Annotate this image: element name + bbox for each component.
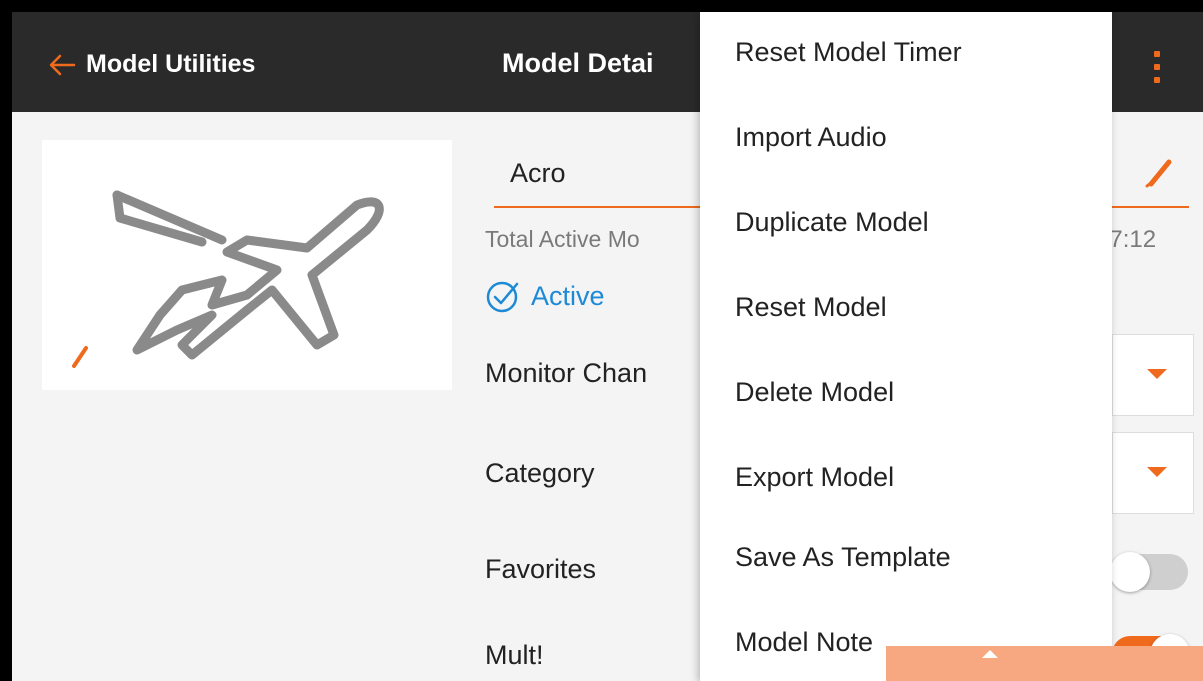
callout-arrow-icon [982, 650, 998, 658]
back-button[interactable]: Model Utilities [48, 50, 255, 79]
screen-title: Model Detai [502, 48, 654, 78]
caret-down-icon [1147, 467, 1167, 477]
model-name-value: Acro [510, 158, 566, 188]
screen: Model Utilities Model Detai Acro Total A… [0, 0, 1203, 681]
back-label: Model Utilities [86, 50, 256, 78]
highlight-callout [886, 646, 1203, 681]
menu-item-reset-model[interactable]: Reset Model [735, 292, 887, 323]
category-label: Category [485, 458, 595, 488]
category-dropdown[interactable] [1112, 432, 1194, 514]
model-image[interactable] [42, 140, 452, 390]
airplane-icon [112, 190, 384, 360]
toggle-knob [1110, 552, 1150, 592]
next-setting-label: Mult! [485, 640, 544, 670]
menu-item-reset-model-timer[interactable]: Reset Model Timer [735, 37, 962, 68]
favorites-toggle[interactable] [1110, 552, 1188, 592]
active-status-label: Active [531, 280, 605, 311]
overflow-menu: Reset Model Timer Import Audio Duplicate… [700, 12, 1112, 681]
monitor-channel-label: Monitor Chan [485, 358, 648, 388]
menu-item-export-model[interactable]: Export Model [735, 462, 894, 493]
favorites-label: Favorites [485, 554, 597, 584]
back-arrow-icon [49, 54, 76, 75]
edit-image-pencil-icon[interactable] [70, 340, 90, 370]
menu-item-model-note[interactable]: Model Note [735, 627, 873, 658]
caret-down-icon [1147, 369, 1167, 379]
menu-item-delete-model[interactable]: Delete Model [735, 377, 894, 408]
kebab-menu-icon[interactable] [1142, 42, 1172, 92]
menu-item-save-as-template[interactable]: Save As Template [735, 542, 951, 573]
total-active-label: Total Active Mo [485, 226, 640, 252]
menu-item-import-audio[interactable]: Import Audio [735, 122, 887, 153]
active-status[interactable]: Active [485, 278, 605, 314]
monitor-channel-dropdown[interactable] [1112, 334, 1194, 416]
check-circle-icon [486, 281, 519, 313]
edit-name-pencil-icon[interactable] [1143, 154, 1179, 190]
menu-item-duplicate-model[interactable]: Duplicate Model [735, 207, 929, 238]
